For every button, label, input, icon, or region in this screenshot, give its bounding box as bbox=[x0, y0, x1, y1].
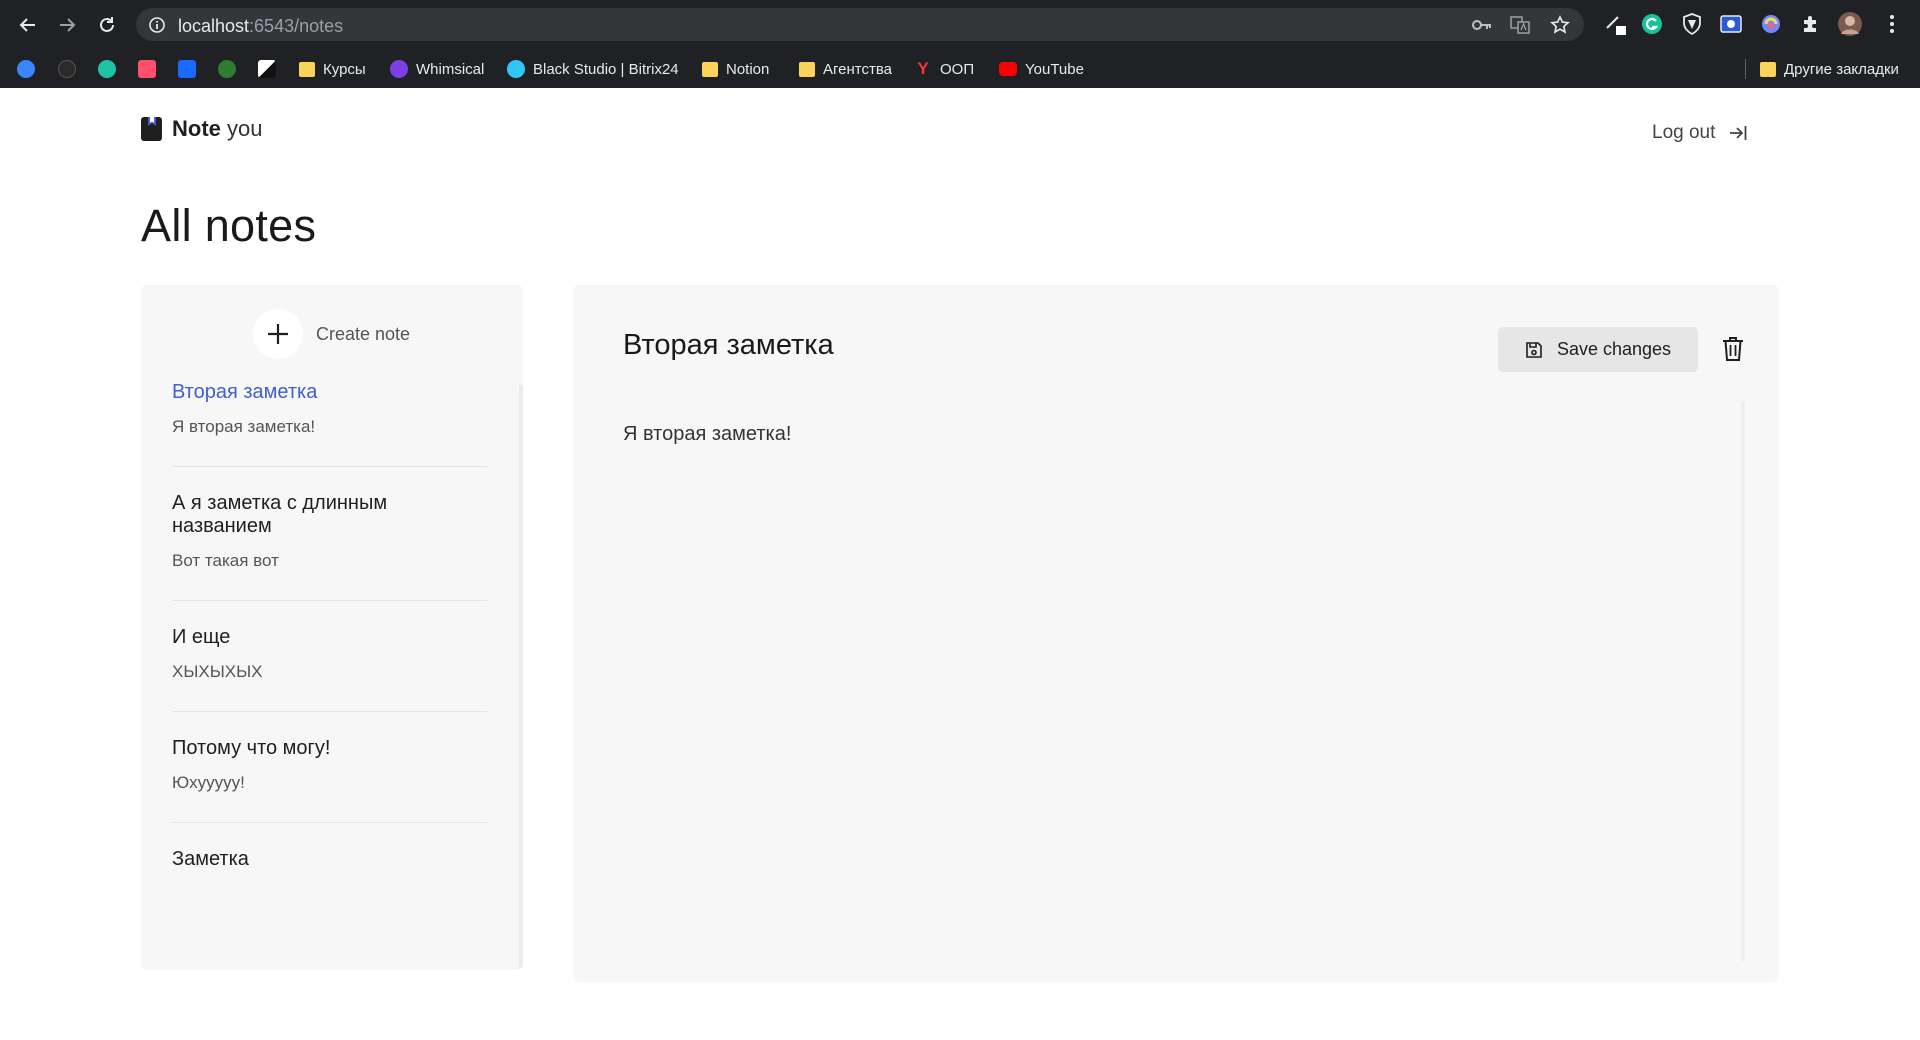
bookmark-label: Black Studio | Bitrix24 bbox=[533, 60, 679, 78]
extension-pen-icon[interactable] bbox=[1604, 12, 1628, 36]
page-title: All notes bbox=[141, 200, 317, 251]
app-page: Note you Log out All notes Create note В… bbox=[0, 88, 1920, 1040]
colorful-extension-icon[interactable] bbox=[1759, 12, 1783, 36]
forward-arrow-icon bbox=[60, 18, 76, 32]
shield-extension-icon[interactable] bbox=[1680, 12, 1704, 36]
notes-sidebar: Create note Вторая заметка Я вторая замет… bbox=[141, 285, 523, 970]
url-text: localhost:6543/notes bbox=[178, 16, 343, 37]
bookmark-label: Другие закладки bbox=[1784, 60, 1899, 78]
browser-menu-icon[interactable] bbox=[1880, 12, 1904, 36]
note-item-preview: Вот такая вот bbox=[172, 551, 279, 570]
bookmark-other-folder[interactable]: Другие закладки bbox=[1760, 57, 1899, 81]
logo-text: Note you bbox=[172, 116, 263, 142]
bookmark-behance-icon[interactable] bbox=[178, 57, 196, 81]
logo-light: you bbox=[227, 116, 263, 141]
create-note-label: Create note bbox=[316, 323, 411, 344]
note-item-title: А я заметка с длинным названием bbox=[172, 492, 388, 537]
logout-label: Log out bbox=[1652, 122, 1716, 143]
bookmark-label: YouTube bbox=[1025, 60, 1084, 78]
address-bar[interactable]: localhost:6543/notes bbox=[136, 8, 1584, 41]
note-item-title: И еще bbox=[172, 626, 231, 648]
bookmark-label: Whimsical bbox=[416, 60, 485, 78]
folder-icon bbox=[1760, 61, 1776, 77]
back-button[interactable] bbox=[13, 10, 43, 40]
back-arrow-icon bbox=[19, 18, 35, 32]
bookmark-folder-notion[interactable]: Notion bbox=[702, 57, 769, 81]
bookmark-cloud-icon[interactable] bbox=[17, 57, 35, 81]
save-changes-label: Save changes bbox=[1556, 339, 1672, 359]
create-note-button[interactable]: Create note bbox=[253, 309, 410, 359]
bookmark-bitrix24[interactable]: Black Studio | Bitrix24 bbox=[507, 57, 679, 81]
editor-scrollbar[interactable] bbox=[1741, 401, 1745, 961]
key-icon[interactable] bbox=[1472, 16, 1492, 34]
note-list-item[interactable]: Вторая заметка Я вторая заметка! bbox=[172, 381, 487, 467]
folder-icon bbox=[299, 61, 315, 77]
note-item-title: Потому что могу! bbox=[172, 737, 331, 759]
note-item-title: Заметка bbox=[172, 848, 249, 870]
create-note-circle bbox=[253, 309, 303, 359]
trash-icon bbox=[1723, 337, 1743, 361]
note-item-title: Вторая заметка bbox=[172, 381, 318, 403]
whimsical-icon bbox=[390, 60, 408, 78]
yandex-y-icon: Y bbox=[917, 59, 929, 78]
note-body-textarea[interactable]: Я вторая заметка! bbox=[623, 421, 1743, 957]
bookmark-label: Notion bbox=[726, 60, 770, 78]
bookmark-teal-icon[interactable] bbox=[98, 57, 116, 81]
sidebar-scrollbar[interactable] bbox=[519, 385, 523, 970]
url-host: localhost bbox=[178, 16, 250, 36]
bookmark-label: Курсы bbox=[323, 60, 366, 78]
bookmark-dark-circle-icon[interactable] bbox=[58, 57, 76, 81]
bookmark-folder-courses[interactable]: Курсы bbox=[299, 57, 366, 81]
profile-avatar[interactable] bbox=[1838, 12, 1862, 36]
note-list-item[interactable]: Заметка bbox=[172, 848, 487, 900]
editor-note-title[interactable]: Вторая заметка bbox=[623, 329, 834, 362]
app-logo[interactable]: Note you bbox=[141, 116, 263, 142]
save-changes-button[interactable]: Save changes bbox=[1498, 327, 1698, 372]
note-list-item[interactable]: Потому что могу! Юхууууу! bbox=[172, 737, 487, 823]
bookmark-label: Агентства bbox=[823, 60, 892, 78]
plus-icon bbox=[268, 324, 288, 344]
youtube-icon bbox=[999, 62, 1017, 76]
note-list: Вторая заметка Я вторая заметка! А я замет… bbox=[172, 381, 487, 925]
note-editor: Вторая заметка Save changes Я вторая зам… bbox=[573, 285, 1779, 982]
grammarly-icon[interactable] bbox=[1640, 12, 1664, 36]
bookmark-calendar-icon[interactable] bbox=[138, 57, 156, 81]
note-item-preview: Юхууууу! bbox=[172, 773, 245, 792]
folder-icon bbox=[799, 61, 815, 77]
extensions-puzzle-icon[interactable] bbox=[1799, 12, 1823, 36]
bookmark-contrast-icon[interactable] bbox=[258, 57, 276, 81]
notebook-icon bbox=[141, 117, 162, 141]
bookmark-gradient-icon[interactable] bbox=[218, 57, 236, 81]
floppy-disk-icon bbox=[1526, 341, 1542, 358]
translate-icon[interactable] bbox=[1510, 16, 1530, 34]
url-path: :6543/notes bbox=[249, 16, 344, 36]
note-list-item[interactable]: И еще ХЫХЫХЫХ bbox=[172, 626, 487, 712]
note-item-preview: ХЫХЫХЫХ bbox=[172, 662, 263, 681]
reload-icon bbox=[100, 17, 114, 32]
bookmark-whimsical[interactable]: Whimsical bbox=[390, 57, 484, 81]
bookmark-oop[interactable]: Y ООП bbox=[914, 57, 974, 81]
browser-toolbar: localhost:6543/notes bbox=[0, 0, 1920, 49]
logo-bold: Note bbox=[172, 116, 221, 141]
folder-icon bbox=[702, 61, 718, 77]
note-item-preview: Я вторая заметка! bbox=[172, 417, 316, 436]
bookmark-star-icon[interactable] bbox=[1550, 15, 1570, 34]
note-list-item[interactable]: А я заметка с длинным названием Вот такая… bbox=[172, 492, 487, 601]
logout-button[interactable]: Log out bbox=[1652, 122, 1747, 144]
forward-button[interactable] bbox=[52, 10, 82, 40]
site-info-icon[interactable] bbox=[148, 16, 166, 39]
bookmark-folder-agencies[interactable]: Агентства bbox=[799, 57, 892, 81]
logout-arrow-icon bbox=[1730, 126, 1747, 140]
delete-note-button[interactable] bbox=[1719, 334, 1747, 364]
browser-chrome: localhost:6543/notes Курсы Whimsical Bla… bbox=[0, 0, 1920, 88]
screen-capture-icon[interactable] bbox=[1719, 12, 1743, 36]
bookmarks-divider bbox=[1745, 59, 1746, 79]
bitrix24-icon bbox=[507, 60, 525, 78]
bookmarks-bar: Курсы Whimsical Black Studio | Bitrix24 … bbox=[0, 49, 1920, 88]
bookmark-label: ООП bbox=[940, 60, 975, 78]
reload-button[interactable] bbox=[92, 10, 122, 40]
bookmark-youtube[interactable]: YouTube bbox=[999, 57, 1084, 81]
